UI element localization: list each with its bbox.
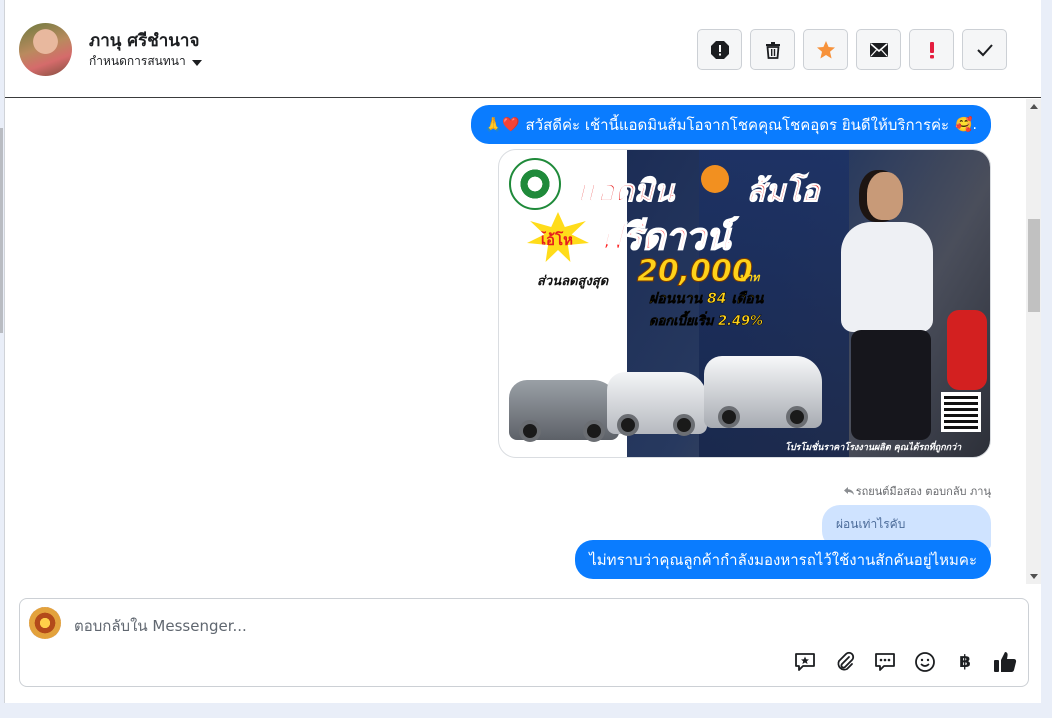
admin-photo: [819, 162, 949, 447]
mark-done-button[interactable]: [962, 29, 1007, 70]
baht-icon: ฿: [959, 652, 971, 672]
emoji-button[interactable]: [912, 649, 938, 675]
pray-heart-emoji: 🙏❤️: [484, 116, 520, 133]
outgoing-message[interactable]: ไม่ทราบว่าคุณลูกค้ากำลังมองหารถไว้ใช้งาน…: [575, 540, 991, 579]
burst-text: โอ้โห: [538, 231, 574, 249]
orange-fruit-icon: [701, 165, 729, 193]
envelope-icon: [869, 42, 888, 57]
promo-footer: โปรโมชั่นราคาโรงงานผลิต คุณได้รถที่ถูกกว…: [785, 443, 962, 453]
discount-label: ส่วนลดสูงสุด: [537, 274, 609, 289]
check-icon: [976, 43, 993, 56]
greeting-message[interactable]: 🙏❤️ สวัสดีค่ะ เช้านี้แอดมินส้มโอจากโชคคุ…: [470, 105, 991, 144]
reply-arrow-icon: [843, 487, 854, 495]
emoji-icon: [915, 652, 935, 672]
star-icon: [816, 40, 835, 58]
saved-reply-button[interactable]: [792, 649, 818, 675]
thread-scrollbar[interactable]: [1026, 99, 1042, 584]
pickup-truck-cage: [704, 356, 822, 428]
left-edge: [0, 128, 3, 333]
follow-up-button[interactable]: [909, 29, 954, 70]
message-thread[interactable]: 🙏❤️ สวัสดีค่ะ เช้านี้แอดมินส้มโอจากโชคคุ…: [5, 99, 1042, 584]
discount-unit: บาท: [739, 271, 760, 284]
mark-spam-button[interactable]: [697, 29, 742, 70]
promo-title-right: ส้มโอ: [746, 174, 820, 210]
conversation-panel: ภานุ ศรีชำนาจ กำหนดการสนทนา 🙏❤️ สวัสดีค่…: [4, 0, 1042, 703]
like-button[interactable]: [992, 649, 1018, 675]
greeting-text: สวัสดีค่ะ เช้านี้แอดมินส้มโอจากโชคคุณโชค…: [525, 115, 950, 134]
scroll-up-icon[interactable]: [1030, 104, 1038, 109]
attachment-icon: [837, 651, 855, 671]
scroll-down-icon[interactable]: [1030, 574, 1038, 579]
promo-image-message[interactable]: แอดมิน ส้มโอ โอ้โห ฟรีดาวน์ ส่วนลดสูงสุด…: [498, 149, 991, 458]
composer-tools: ฿: [792, 649, 1018, 675]
message-composer: ฿: [19, 598, 1029, 687]
assign-conversation-dropdown[interactable]: กำหนดการสนทนา: [89, 52, 202, 71]
saved-reply-icon: [795, 653, 815, 671]
scrollbar-thumb[interactable]: [1028, 219, 1040, 312]
delete-button[interactable]: [750, 29, 795, 70]
installment-text: ผ่อนนาน 84 เดือน: [649, 291, 764, 308]
sedan-car: [509, 380, 619, 442]
smiling-hearts-emoji: 🥰.: [955, 116, 977, 133]
page-avatar: [29, 607, 61, 639]
trash-icon: [765, 41, 780, 59]
qr-code: [941, 392, 981, 432]
attach-button[interactable]: [832, 649, 858, 675]
header-actions: [697, 29, 1007, 70]
pickup-truck-white: [607, 372, 707, 436]
conversation-header: ภานุ ศรีชำนาจ กำหนดการสนทนา: [5, 0, 1042, 98]
window-edge: [1041, 0, 1052, 718]
alert-circle-icon: [710, 40, 729, 59]
reply-input[interactable]: [74, 615, 774, 637]
payment-button[interactable]: ฿: [952, 649, 978, 675]
chat-bubbles-icon: [875, 653, 895, 671]
reply-context-note: รถยนต์มือสอง ตอบกลับ ภานุ: [843, 482, 991, 500]
quick-reply-button[interactable]: [872, 649, 898, 675]
burst-badge: โอ้โห: [527, 212, 589, 262]
dealer-logo: [509, 158, 561, 210]
red-seat: [947, 310, 987, 390]
caret-down-icon: [191, 59, 202, 66]
like-icon: [994, 652, 1017, 672]
contact-avatar[interactable]: [19, 23, 72, 76]
assign-label: กำหนดการสนทนา: [89, 54, 186, 68]
contact-name[interactable]: ภานุ ศรีชำนาจ: [89, 27, 199, 54]
discount-amount: 20,000: [637, 254, 754, 290]
star-button[interactable]: [803, 29, 848, 70]
interest-text: ดอกเบี้ยเริ่ม 2.49%: [649, 314, 764, 330]
reply-note-text: รถยนต์มือสอง ตอบกลับ ภานุ: [855, 485, 991, 498]
mark-unread-button[interactable]: [856, 29, 901, 70]
exclamation-icon: [929, 41, 934, 58]
